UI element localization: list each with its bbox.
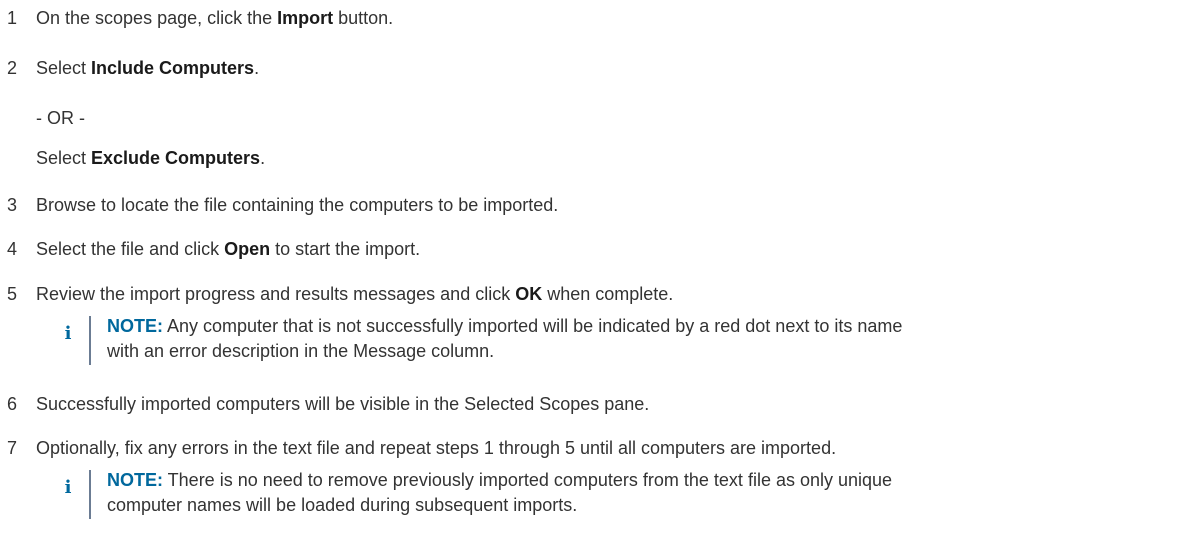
note-label: NOTE: — [107, 470, 163, 490]
or-separator: - OR - — [36, 108, 85, 128]
step-2-alternative: Select Exclude Computers. — [36, 148, 266, 168]
note-divider — [89, 470, 91, 519]
note-text: NOTE: Any computer that is not successfu… — [107, 316, 903, 361]
step-number: 6 — [7, 394, 18, 414]
info-icon: i — [64, 477, 72, 498]
step-number: 4 — [7, 239, 18, 259]
note-label: NOTE: — [107, 316, 163, 336]
step-text: Select the file and click Open to start … — [36, 239, 421, 259]
step-text: Browse to locate the file containing the… — [36, 195, 559, 215]
step-text: Successfully imported computers will be … — [36, 394, 650, 414]
note-divider — [89, 316, 91, 365]
step-text: Optionally, fix any errors in the text f… — [36, 438, 837, 458]
step-number: 2 — [7, 58, 18, 78]
step-number: 5 — [7, 284, 18, 304]
document-page: 1 On the scopes page, click the Import b… — [0, 0, 1179, 546]
step-number: 1 — [7, 8, 18, 28]
step-text: Review the import progress and results m… — [36, 284, 674, 304]
info-icon: i — [64, 323, 72, 344]
step-number: 3 — [7, 195, 18, 215]
note-text: NOTE: There is no need to remove previou… — [107, 470, 893, 515]
step-text: Select Include Computers. — [36, 58, 260, 78]
step-number: 7 — [7, 438, 18, 458]
step-text: On the scopes page, click the Import but… — [36, 8, 394, 28]
